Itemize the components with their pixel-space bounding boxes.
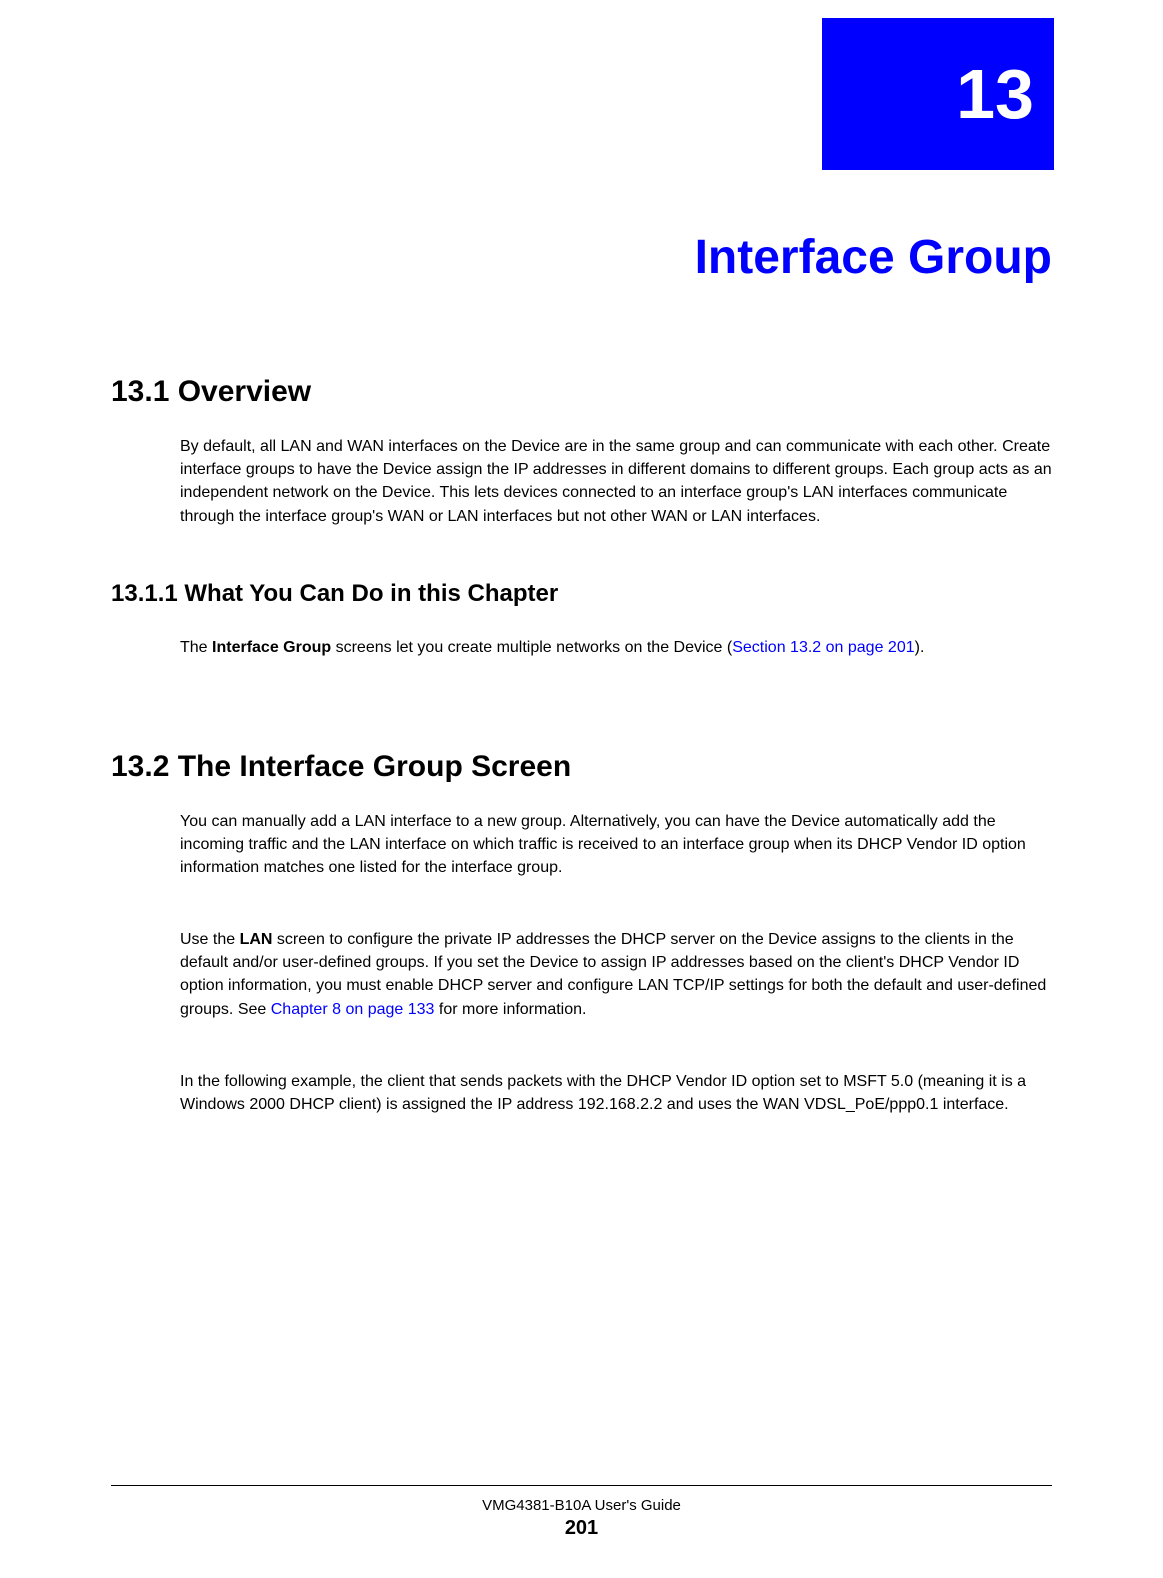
chapter-title: Interface Group [695,230,1052,285]
chapter-number: 13 [956,54,1034,134]
section-13-2-heading: 13.2 The Interface Group Screen [111,750,571,784]
text-fragment: ). [915,639,925,656]
cross-reference-link[interactable]: Chapter 8 on page 133 [271,1001,435,1018]
section-13-2-paragraph-3: In the following example, the client tha… [180,1070,1052,1116]
text-fragment: screens let you create multiple networks… [331,639,732,656]
section-13-2-paragraph-1: You can manually add a LAN interface to … [180,810,1052,880]
page-number: 201 [0,1517,1163,1540]
section-13-1-paragraph: By default, all LAN and WAN interfaces o… [180,435,1052,528]
section-13-1-1-heading: 13.1.1 What You Can Do in this Chapter [111,580,558,608]
cross-reference-link[interactable]: Section 13.2 on page 201 [732,639,914,656]
chapter-badge: 13 [822,18,1054,170]
footer-divider [111,1485,1052,1486]
text-fragment: Use the [180,931,240,948]
section-13-2-paragraph-2: Use the LAN screen to configure the priv… [180,928,1052,1021]
section-13-1-1-paragraph: The Interface Group screens let you crea… [180,636,1052,659]
bold-text: LAN [240,931,273,948]
bold-text: Interface Group [212,639,331,656]
text-fragment: for more information. [434,1001,586,1018]
text-fragment: The [180,639,212,656]
chapter-label: CHAPTER [110,70,198,86]
footer-guide-title: VMG4381-B10A User's Guide [0,1497,1163,1514]
section-13-1-heading: 13.1 Overview [111,375,311,409]
